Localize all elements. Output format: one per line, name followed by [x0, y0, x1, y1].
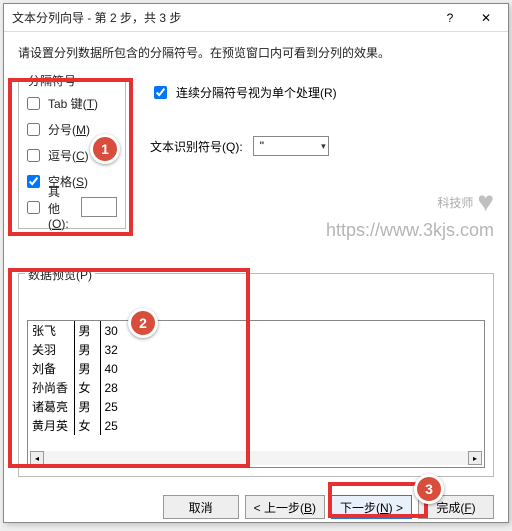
table-cell: 孙尚香: [28, 378, 74, 397]
table-cell: 刘备: [28, 359, 74, 378]
dialog-text-to-columns-step2: 文本分列向导 - 第 2 步，共 3 步 ? ✕ 请设置分列数据所包含的分隔符号…: [3, 3, 509, 523]
delimiter-semicolon-checkbox[interactable]: [27, 123, 40, 136]
delimiter-semicolon-label: 分号(M): [48, 121, 90, 138]
treat-consecutive-row[interactable]: 连续分隔符号视为单个处理(R): [150, 83, 494, 102]
table-cell: 40: [100, 359, 484, 378]
delimiters-legend: 分隔符号: [25, 72, 79, 89]
table-cell: 女: [74, 416, 100, 435]
delimiter-tab-row[interactable]: Tab 键(T): [27, 90, 117, 116]
table-cell: 男: [74, 340, 100, 359]
treat-consecutive-label: 连续分隔符号视为单个处理(R): [176, 84, 337, 101]
table-cell: 28: [100, 378, 484, 397]
delimiter-other-checkbox[interactable]: [27, 201, 40, 214]
scroll-left-button[interactable]: ◂: [30, 451, 44, 465]
table-row: 孙尚香女28: [28, 378, 484, 397]
scroll-right-button[interactable]: ▸: [468, 451, 482, 465]
delimiter-semicolon-row[interactable]: 分号(M): [27, 116, 117, 142]
close-button[interactable]: ✕: [468, 6, 504, 30]
table-cell: 黄月英: [28, 416, 74, 435]
table-cell: 诸葛亮: [28, 397, 74, 416]
titlebar: 文本分列向导 - 第 2 步，共 3 步 ? ✕: [4, 4, 508, 32]
table-row: 黄月英女25: [28, 416, 484, 435]
back-button[interactable]: < 上一步(B): [245, 495, 325, 519]
table-cell: 张飞: [28, 321, 74, 340]
delimiter-other-row[interactable]: 其他(O):: [27, 194, 117, 220]
table-row: 刘备男40: [28, 359, 484, 378]
delimiter-comma-row[interactable]: 逗号(C): [27, 142, 117, 168]
text-qualifier-value: ": [260, 139, 264, 153]
table-cell: 25: [100, 416, 484, 435]
table-cell: 男: [74, 397, 100, 416]
table-cell: 关羽: [28, 340, 74, 359]
dialog-title: 文本分列向导 - 第 2 步，共 3 步: [12, 9, 432, 26]
help-button[interactable]: ?: [432, 6, 468, 30]
treat-consecutive-checkbox[interactable]: [154, 86, 167, 99]
preview-table: 张飞男30关羽男32刘备男40孙尚香女28诸葛亮男25黄月英女25: [28, 321, 484, 435]
preview-scroll-horizontal[interactable]: ◂ ▸: [30, 451, 482, 465]
delimiter-other-label: 其他(O):: [48, 183, 71, 231]
delimiter-tab-checkbox[interactable]: [27, 97, 40, 110]
delimiter-space-row[interactable]: 空格(S): [27, 168, 117, 194]
delimiter-comma-checkbox[interactable]: [27, 149, 40, 162]
table-cell: 男: [74, 359, 100, 378]
delimiter-space-checkbox[interactable]: [27, 175, 40, 188]
preview-fieldset: 数据预览(P) 张飞男30关羽男32刘备男40孙尚香女28诸葛亮男25黄月英女2…: [18, 273, 494, 477]
table-cell: 女: [74, 378, 100, 397]
table-row: 关羽男32: [28, 340, 484, 359]
text-qualifier-label: 文本识别符号(Q):: [150, 138, 243, 155]
text-qualifier-select[interactable]: " ▾: [253, 136, 329, 156]
preview-box: 张飞男30关羽男32刘备男40孙尚香女28诸葛亮男25黄月英女25 ◂ ▸: [27, 320, 485, 468]
preview-legend: 数据预览(P): [25, 266, 95, 283]
help-icon: ?: [447, 11, 454, 25]
delimiter-other-input[interactable]: [81, 197, 117, 217]
table-cell: 25: [100, 397, 484, 416]
delimiter-tab-label: Tab 键(T): [48, 95, 98, 112]
next-button[interactable]: 下一步(N) >: [331, 495, 412, 519]
table-cell: 32: [100, 340, 484, 359]
finish-button[interactable]: 完成(F): [418, 495, 494, 519]
dialog-button-row: 取消 < 上一步(B) 下一步(N) > 完成(F): [4, 483, 508, 531]
chevron-down-icon: ▾: [321, 141, 326, 152]
table-row: 张飞男30: [28, 321, 484, 340]
cancel-button[interactable]: 取消: [163, 495, 239, 519]
close-icon: ✕: [481, 11, 491, 25]
delimiter-comma-label: 逗号(C): [48, 147, 89, 164]
delimiters-fieldset: 分隔符号 Tab 键(T) 分号(M) 逗号(C) 空格(S): [18, 79, 126, 229]
instruction-text: 请设置分列数据所包含的分隔符号。在预览窗口内可看到分列的效果。: [18, 44, 494, 61]
scroll-track[interactable]: [44, 451, 468, 465]
table-row: 诸葛亮男25: [28, 397, 484, 416]
table-cell: 30: [100, 321, 484, 340]
table-cell: 男: [74, 321, 100, 340]
